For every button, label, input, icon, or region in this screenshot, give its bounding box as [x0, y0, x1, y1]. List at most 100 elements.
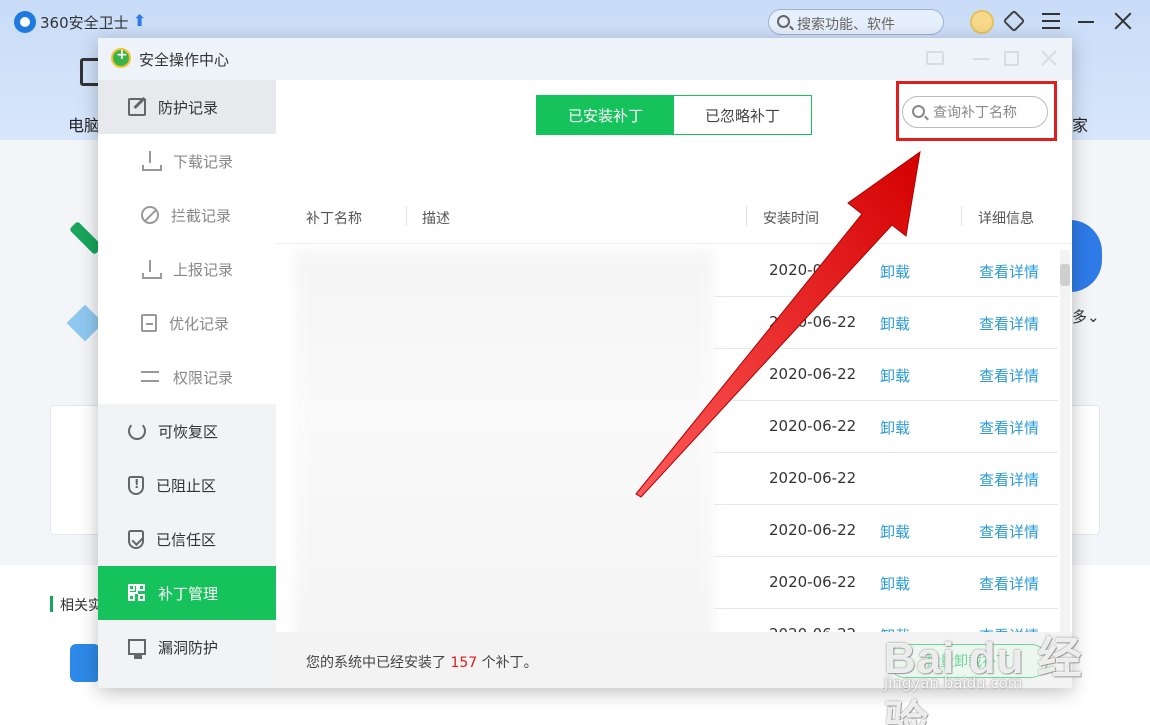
header-description: 描述: [422, 211, 450, 227]
section-marker: [50, 596, 53, 612]
sidebar-item-blocked[interactable]: 已阻止区: [98, 458, 276, 512]
edit-icon: [128, 98, 146, 116]
tab-ignored-patches[interactable]: 已忽略补丁: [674, 96, 811, 134]
nav-computer-label[interactable]: 电脑: [68, 112, 100, 136]
install-time: 2020-06-22: [769, 313, 857, 331]
table-row: 2020-06-22 卸载 查看详情: [276, 349, 1058, 401]
feedback-icon[interactable]: [926, 51, 944, 65]
uninstall-link[interactable]: 卸载: [880, 261, 910, 282]
sidebar-item-label: 已信任区: [156, 530, 217, 549]
view-details-link[interactable]: 查看详情: [979, 573, 1039, 594]
scrollbar-track[interactable]: [1060, 250, 1070, 660]
sidebar-item-label: 权限记录: [173, 368, 234, 387]
avatar[interactable]: [970, 10, 994, 34]
sidebar-item-permission-records[interactable]: 权限记录: [98, 350, 276, 404]
sidebar-item-report-records[interactable]: 上报记录: [98, 242, 276, 296]
watermark-url: jingyan.baidu.com: [884, 674, 1023, 692]
uninstall-link[interactable]: 卸载: [880, 573, 910, 594]
upload-icon: [141, 259, 162, 279]
view-details-link[interactable]: 查看详情: [979, 365, 1039, 386]
search-icon: [777, 15, 790, 28]
install-time: 2020-06-22: [769, 417, 857, 435]
grid-icon: [128, 584, 146, 602]
header-install-time: 安装时间: [763, 211, 819, 227]
sidebar-item-download-records[interactable]: 下载记录: [98, 134, 276, 188]
patch-panel: 已安装补丁 已忽略补丁 补丁名称 描述 安装时间 详细信息 2020-06-2 …: [276, 80, 1072, 688]
table-header: 补丁名称 描述 安装时间 详细信息: [276, 192, 1072, 244]
sidebar-item-label: 可恢复区: [158, 422, 219, 441]
install-time: 2020-06-22: [769, 573, 857, 591]
nav-right-label[interactable]: 家: [1072, 112, 1088, 136]
table-row: 2020-06-22 查看详情: [276, 453, 1058, 505]
sidebar-item-label: 下载记录: [173, 152, 234, 171]
sidebar-item-label: 拦截记录: [171, 206, 232, 225]
sidebar-item-block-records[interactable]: 拦截记录: [98, 188, 276, 242]
dialog-close-icon[interactable]: [1040, 49, 1058, 67]
uninstall-link[interactable]: 卸载: [880, 313, 910, 334]
dialog-title: 安全操作中心: [139, 51, 230, 69]
header-patch-name: 补丁名称: [306, 211, 362, 227]
sidebar-item-label: 防护记录: [158, 98, 219, 117]
header-divider: [746, 206, 747, 226]
sidebar-item-vulnerability-protection[interactable]: 漏洞防护: [98, 620, 276, 674]
skin-icon[interactable]: [1002, 9, 1026, 33]
install-time: 2020-06-22: [769, 469, 857, 487]
header-divider: [961, 206, 962, 226]
sidebar-item-optimize-records[interactable]: 优化记录: [98, 296, 276, 350]
install-time: 2020-06-2: [769, 261, 847, 279]
annotation-highlight-box: [896, 81, 1057, 141]
shield-check-icon: [128, 529, 144, 549]
main-search-box[interactable]: 搜索功能、软件: [768, 9, 944, 35]
installed-count: 157: [450, 655, 478, 671]
optimize-icon: [141, 314, 157, 332]
sidebar-item-patch-management[interactable]: 补丁管理: [98, 566, 276, 620]
sidebar: 防护记录 下载记录 拦截记录 上报记录 优化记录 权限记录 可恢复区 已阻止区: [98, 80, 276, 688]
sidebar-item-label: 补丁管理: [158, 584, 219, 603]
header-divider: [406, 206, 407, 226]
app-tile-icon[interactable]: [70, 644, 100, 682]
patch-tabs: 已安装补丁 已忽略补丁: [536, 95, 812, 135]
monitor-icon: [128, 639, 146, 659]
security-logo-icon: [111, 47, 131, 68]
header-details: 详细信息: [978, 211, 1034, 227]
download-icon: [141, 151, 162, 171]
sidebar-item-label: 优化记录: [169, 314, 230, 333]
table-row: 2020-06-22 卸载 查看详情: [276, 297, 1058, 349]
main-search-placeholder: 搜索功能、软件: [797, 17, 895, 33]
scrollbar-thumb[interactable]: [1060, 264, 1070, 286]
shield-alert-icon: [128, 475, 144, 495]
baidu-watermark: Bai du 经验 jingyan.baidu.com: [884, 622, 1084, 725]
sidebar-item-recoverable[interactable]: 可恢复区: [98, 404, 276, 458]
table-row: 2020-06-22 卸载 查看详情: [276, 401, 1058, 453]
uninstall-link[interactable]: 卸载: [880, 521, 910, 542]
permission-icon: [141, 367, 161, 387]
installed-count-text: 您的系统中已经安装了 157 个补丁。: [306, 655, 538, 671]
menu-icon[interactable]: [1042, 13, 1060, 29]
minimize-icon[interactable]: [1078, 21, 1094, 23]
close-icon[interactable]: [1112, 10, 1134, 32]
uninstall-link[interactable]: 卸载: [880, 417, 910, 438]
upgrade-arrow-icon[interactable]: ⬆: [133, 12, 149, 30]
table-row: 2020-06-2 卸载 查看详情: [276, 245, 1058, 297]
sidebar-item-trusted[interactable]: 已信任区: [98, 512, 276, 566]
sidebar-item-label: 上报记录: [173, 260, 234, 279]
app-logo-icon: [14, 11, 36, 33]
header-divider: [861, 206, 862, 226]
uninstall-link[interactable]: 卸载: [880, 365, 910, 386]
view-details-link[interactable]: 查看详情: [979, 261, 1039, 282]
view-details-link[interactable]: 查看详情: [979, 313, 1039, 334]
tab-installed-patches[interactable]: 已安装补丁: [537, 96, 674, 134]
sidebar-item-protection-records[interactable]: 防护记录: [98, 80, 276, 134]
table-row: 2020-06-22 卸载 查看详情: [276, 557, 1058, 609]
install-time: 2020-06-22: [769, 521, 857, 539]
app-title: 360安全卫士: [40, 14, 129, 32]
dialog-minimize-icon[interactable]: [973, 58, 989, 60]
dialog-maximize-icon[interactable]: [1004, 51, 1019, 66]
more-label[interactable]: 多⌄: [1072, 306, 1100, 327]
view-details-link[interactable]: 查看详情: [979, 469, 1039, 490]
related-label: 相关实: [60, 598, 102, 614]
sidebar-item-label: 漏洞防护: [158, 638, 219, 657]
view-details-link[interactable]: 查看详情: [979, 521, 1039, 542]
view-details-link[interactable]: 查看详情: [979, 417, 1039, 438]
block-icon: [141, 206, 159, 224]
